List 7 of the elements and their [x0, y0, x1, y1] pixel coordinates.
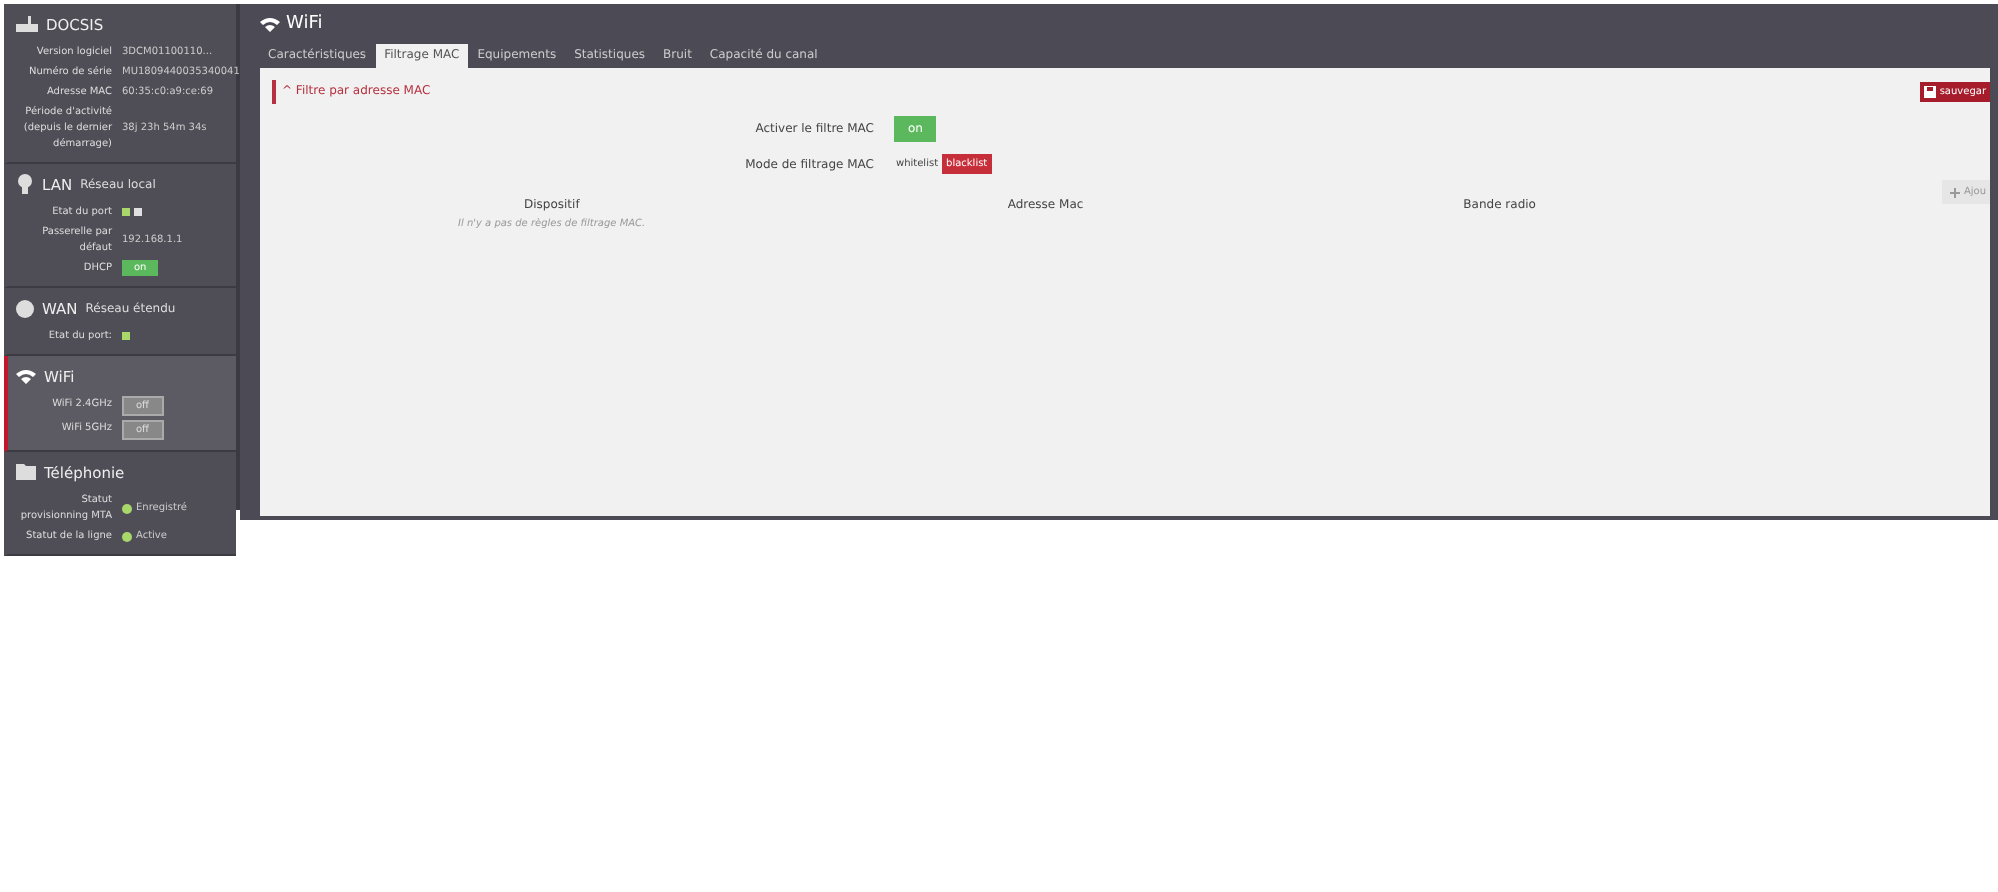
folder-icon — [16, 464, 36, 480]
modem-icon — [16, 16, 38, 32]
wifi-icon — [16, 368, 36, 384]
page-title: WiFi — [286, 14, 323, 34]
plus-icon — [1949, 187, 1960, 197]
save-icon — [1923, 86, 1936, 98]
wifi-icon — [260, 16, 280, 32]
